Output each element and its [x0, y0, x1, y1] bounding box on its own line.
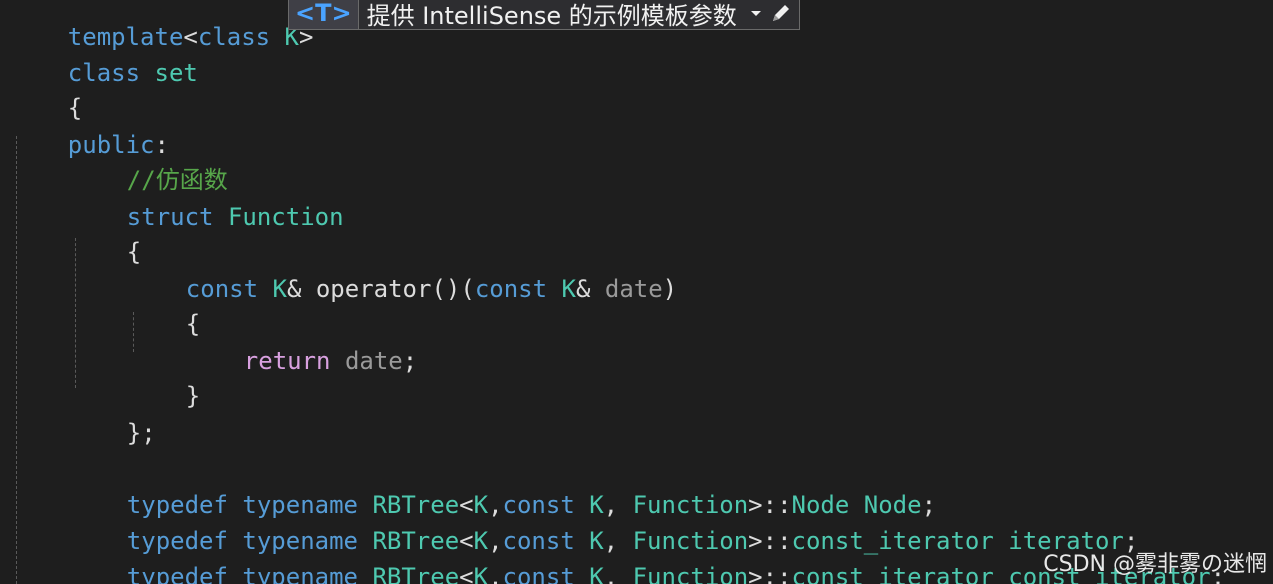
identifier-date: date — [330, 347, 403, 375]
type-function: Function — [632, 563, 749, 584]
type-k: K — [473, 563, 489, 584]
type-const-iterator: const_iterator — [791, 563, 994, 584]
code-line-5[interactable]: //仿函数 — [69, 135, 228, 194]
code-line-4[interactable]: public: — [10, 100, 169, 159]
keyword-const: const — [502, 563, 575, 584]
code-line-9[interactable]: { — [128, 279, 200, 338]
code-line-3[interactable]: { — [10, 63, 82, 122]
punct: ()( — [431, 275, 475, 303]
indent-guide — [16, 136, 17, 584]
punct: , — [488, 563, 503, 584]
close-brace: } — [185, 382, 201, 410]
template-param-tag[interactable]: <T> — [289, 0, 359, 29]
keyword-typedef: typedef — [126, 563, 228, 584]
csdn-watermark: CSDN @雾非雾の迷惘 — [1043, 552, 1267, 577]
pencil-icon[interactable] — [767, 0, 799, 29]
punct: , — [603, 563, 633, 584]
punct: ; — [402, 347, 418, 375]
operator-name: operator — [315, 275, 432, 303]
type-k: K — [547, 275, 576, 303]
keyword-class: class — [197, 23, 271, 51]
punct: & — [575, 275, 605, 303]
type-k: K — [574, 563, 604, 584]
keyword-return: return — [243, 347, 331, 375]
punct: >:: — [748, 563, 792, 584]
keyword-typename: typename — [227, 563, 358, 584]
punct: & — [286, 275, 316, 303]
struct-name-function: Function — [213, 203, 344, 231]
type-rbtree: RBTree — [358, 563, 460, 584]
code-line-8[interactable]: const K& operator()(const K& date) — [128, 244, 677, 303]
code-line-10[interactable]: return date; — [186, 316, 417, 375]
hint-text: 提供 IntelliSense 的示例模板参数 — [366, 1, 737, 30]
punct: < — [459, 563, 474, 584]
code-line-11[interactable]: } — [128, 351, 200, 410]
code-line-13[interactable]: typedef typename RBTree<K,const K, Funct… — [69, 460, 936, 519]
code-editor[interactable]: template<class K> <T> 提供 IntelliSense 的示… — [0, 0, 1273, 584]
code-line-6[interactable]: struct Function — [69, 172, 344, 231]
close-brace: }; — [126, 419, 156, 447]
punct: ) — [662, 275, 678, 303]
param-date: date — [604, 275, 663, 303]
code-line-1[interactable]: template<class K> — [10, 0, 314, 51]
chevron-down-icon[interactable] — [745, 0, 767, 29]
keyword-const: const — [474, 275, 548, 303]
code-line-12[interactable]: }; — [69, 388, 156, 447]
code-line-2[interactable]: class set — [10, 28, 198, 87]
code-line-14[interactable]: typedef typename RBTree<K,const K, Funct… — [69, 496, 1139, 555]
code-line-7[interactable]: { — [69, 207, 141, 266]
intellisense-template-hint-bar[interactable]: <T> 提供 IntelliSense 的示例模板参数 — [288, 0, 800, 30]
class-name-set: set — [140, 59, 198, 87]
type-k: K — [258, 275, 287, 303]
